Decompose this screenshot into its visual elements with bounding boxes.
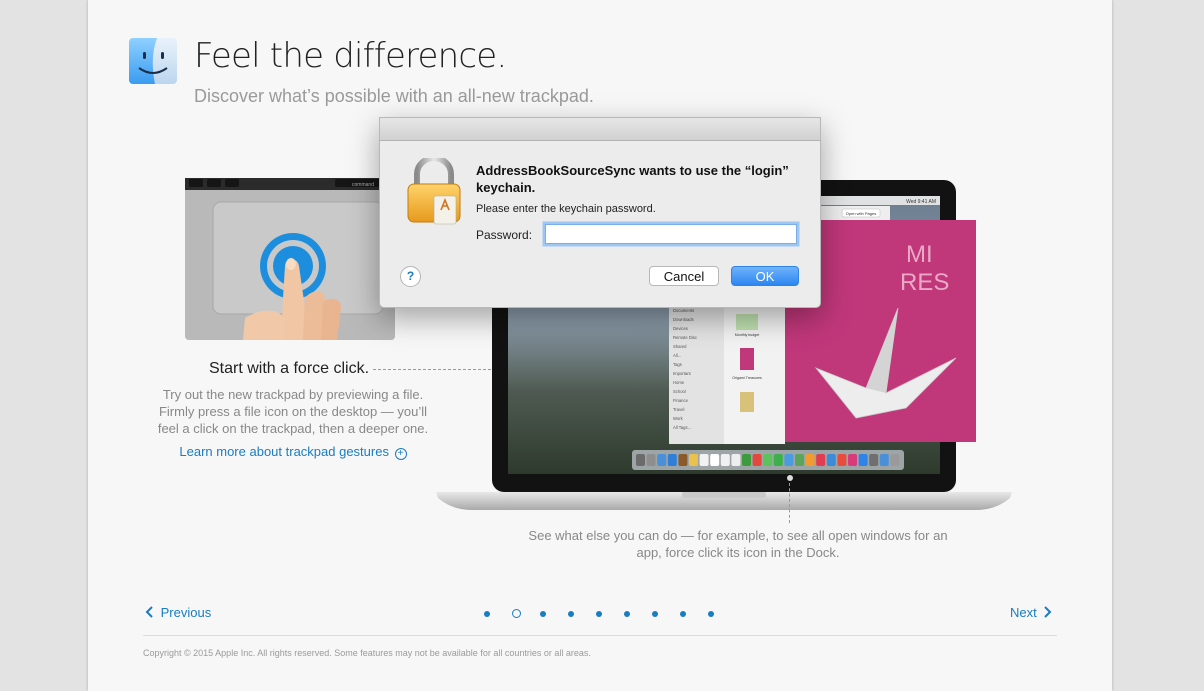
- finder-sidebar-item: Downloads: [673, 317, 694, 322]
- dock-app-icon: [890, 454, 900, 466]
- finder-sidebar-item: All Tags...: [673, 425, 691, 430]
- force-click-heading: Start with a force click.: [209, 360, 370, 377]
- dock-app-icon: [731, 454, 741, 466]
- footer-divider: [143, 635, 1057, 636]
- help-button[interactable]: ?: [400, 266, 421, 287]
- menubar-clock: Wed 9:41 AM: [906, 199, 936, 205]
- dock-caption: See what else you can do — for example, …: [528, 528, 948, 560]
- page-dot[interactable]: [624, 611, 630, 617]
- dock-callout-line: [789, 483, 790, 523]
- finder-sidebar-item: Shared: [673, 344, 687, 349]
- dock-app-icon: [816, 454, 826, 466]
- finder-sidebar-item: Home: [673, 380, 685, 385]
- finder-sidebar-item: All...: [673, 353, 681, 358]
- dock-app-icon: [710, 454, 720, 466]
- force-click-description: Try out the new trackpad by previewing a…: [157, 387, 429, 436]
- finder-sidebar-item: Devices: [673, 326, 688, 331]
- copyright-text: Copyright © 2015 Apple Inc. All rights r…: [143, 648, 591, 658]
- learn-more-label: Learn more about trackpad gestures: [179, 444, 389, 459]
- page-dot[interactable]: [680, 611, 686, 617]
- finder-sidebar-item: Remote Disc: [673, 335, 697, 340]
- trackpad-photo: command: [185, 178, 395, 340]
- dock-app-icon: [689, 454, 698, 466]
- previous-label: Previous: [160, 605, 212, 620]
- dock-app-icon: [667, 454, 677, 466]
- dock-app-icon: [646, 454, 656, 466]
- dialog-message: Please enter the keychain password.: [476, 203, 656, 215]
- dock-app-icon: [773, 454, 783, 466]
- chevron-right-icon: [1044, 606, 1052, 618]
- next-button[interactable]: Next: [1010, 605, 1054, 620]
- page-subtitle: Discover what’s possible with an all-new…: [194, 86, 594, 106]
- dock-app-icon: [720, 454, 730, 466]
- dock-app-icon: [784, 454, 794, 466]
- dock-app-icon: [837, 454, 847, 466]
- finder-sidebar-item: Important: [673, 371, 692, 376]
- page-dot[interactable]: [708, 611, 714, 617]
- dialog-title: AddressBookSourceSync wants to use the “…: [476, 163, 789, 195]
- next-label: Next: [1010, 605, 1037, 620]
- dock-app-icon: [858, 454, 868, 466]
- chevron-left-icon: [145, 606, 153, 618]
- finder-sidebar-item: Work: [673, 416, 684, 421]
- finder-sidebar-item: School: [673, 389, 686, 394]
- dock-app-icon: [678, 454, 688, 466]
- keychain-dialog: AddressBookSourceSync wants to use the “…: [379, 117, 821, 308]
- page-dot[interactable]: [540, 611, 546, 617]
- page-dot[interactable]: [484, 611, 490, 617]
- page-dot[interactable]: [652, 611, 658, 617]
- previous-button[interactable]: Previous: [143, 605, 211, 620]
- dock-app-icon: [763, 454, 773, 466]
- plus-circle-icon: +: [394, 448, 407, 460]
- ok-button[interactable]: OK: [731, 266, 799, 286]
- finder-sidebar-item: Travel: [673, 407, 685, 412]
- page-title: Feel the difference.: [194, 36, 507, 76]
- finder-sidebar-item: Documents: [673, 308, 694, 313]
- command-key-label: command: [352, 182, 374, 188]
- password-field[interactable]: [545, 224, 797, 244]
- dock-app-icon: [699, 454, 709, 466]
- page-dot[interactable]: [568, 611, 574, 617]
- dock-app-icon: [657, 454, 667, 466]
- finder-icon: [129, 38, 177, 84]
- password-label: Password:: [476, 228, 533, 242]
- book-cover-text-2: RES: [900, 269, 949, 296]
- dock-app-icon: [795, 454, 804, 466]
- dock-app-icon: [636, 454, 645, 466]
- finder-sidebar-item: Finance: [673, 398, 689, 403]
- finder-sidebar-item: Tags: [673, 362, 682, 367]
- page-dot[interactable]: [596, 611, 602, 617]
- dock-app-icon: [752, 454, 762, 466]
- page-dot[interactable]: [512, 609, 521, 618]
- learn-more-link[interactable]: Learn more about trackpad gestures +: [178, 444, 408, 460]
- file-label-budget: Monthly budget: [735, 333, 760, 337]
- tour-page: Feel the difference. Discover what’s pos…: [88, 0, 1112, 691]
- book-cover-text-1: MI: [906, 241, 933, 268]
- file-label-origami: Origami Treasures: [732, 376, 762, 380]
- open-with-pages-label: Open with Pages: [846, 211, 876, 216]
- dialog-titlebar[interactable]: [380, 118, 820, 141]
- dock-app-icon: [826, 454, 836, 466]
- dock-app-icon: [869, 454, 879, 466]
- dock-app-icon: [848, 454, 857, 466]
- dock-app-icon: [879, 454, 889, 466]
- cancel-button[interactable]: Cancel: [649, 266, 719, 286]
- lock-icon: [407, 158, 461, 225]
- dock-app-icon: [805, 454, 815, 466]
- dock-app-icon: [742, 454, 751, 466]
